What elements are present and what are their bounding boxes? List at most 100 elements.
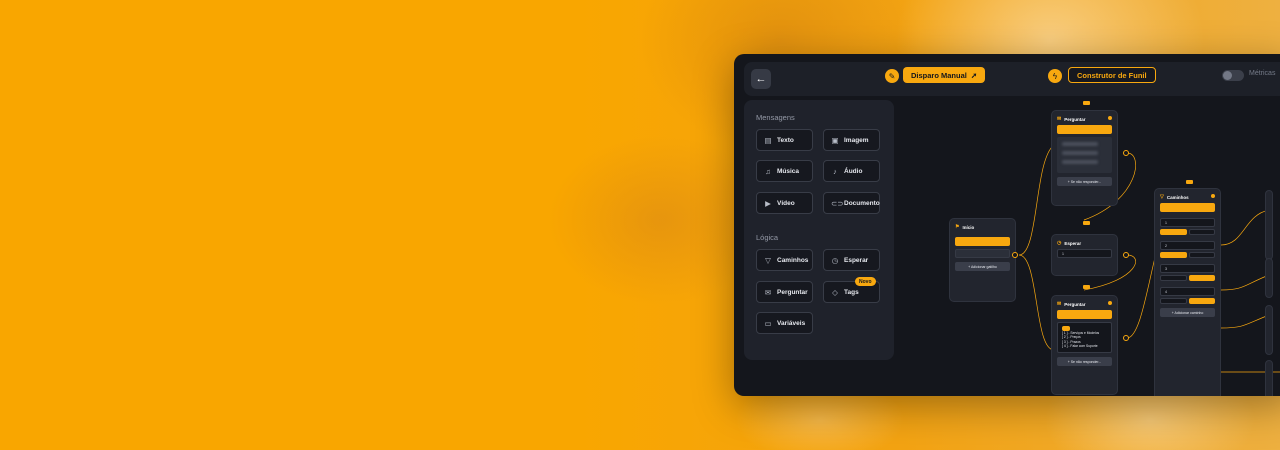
flag-icon: ⚑ (955, 224, 960, 230)
node-partial[interactable] (1265, 360, 1273, 396)
tile-label: Documento (844, 199, 880, 207)
metrics-toggle[interactable] (1222, 70, 1244, 81)
output-connector[interactable] (1012, 252, 1018, 258)
tile-label: Áudio (844, 167, 863, 175)
wait-value-field[interactable]: 1 (1057, 249, 1112, 258)
path-value-field[interactable]: 4 (1160, 287, 1215, 296)
settings-icon[interactable] (1108, 116, 1112, 120)
tile-audio[interactable]: ♪ Áudio (823, 160, 880, 182)
input-connector[interactable] (1083, 285, 1090, 289)
node-perguntar-1[interactable]: ✉ Perguntar + Se não responder... (1051, 110, 1118, 206)
condition-option[interactable] (1188, 275, 1215, 281)
node-partial[interactable] (1265, 305, 1273, 355)
mail-open-icon: ✉ (764, 287, 772, 297)
disparo-manual-label: Disparo Manual (911, 70, 967, 80)
image-icon: ▣ (831, 135, 839, 145)
node-header: ⚑ Início (955, 224, 1010, 230)
question-type-select[interactable] (1057, 125, 1112, 134)
path-value-field[interactable]: 1 (1160, 218, 1215, 227)
question-message[interactable]: [ 1 ] - Serviços e Modelos [ 2 ] - Preço… (1057, 322, 1112, 353)
tile-esperar[interactable]: ◷ Esperar (823, 249, 880, 271)
back-button[interactable]: ← (751, 69, 771, 89)
condition-option[interactable] (1188, 229, 1215, 235)
node-title: Esperar (1064, 240, 1082, 246)
clock-icon: ◷ (831, 255, 839, 265)
node-title: Perguntar (1064, 301, 1086, 307)
wire (1220, 209, 1270, 246)
tile-perguntar[interactable]: ✉ Perguntar (756, 281, 813, 303)
metrics-label: Métricas (1249, 70, 1276, 77)
tile-imagem[interactable]: ▣ Imagem (823, 129, 880, 151)
condition-option[interactable] (1160, 252, 1187, 258)
disparo-manual-button[interactable]: Disparo Manual ➚ (903, 67, 986, 83)
condition-option[interactable] (1160, 275, 1187, 281)
output-connector[interactable] (1123, 252, 1129, 258)
condition-toggle[interactable] (1160, 252, 1215, 258)
path-value-field[interactable]: 3 (1160, 264, 1215, 273)
wire (1220, 274, 1270, 291)
variable-icon: ▭ (764, 318, 772, 328)
condition-toggle[interactable] (1160, 275, 1215, 281)
condition-toggle[interactable] (1160, 229, 1215, 235)
input-connector[interactable] (1083, 101, 1090, 105)
settings-icon[interactable] (1211, 194, 1215, 198)
tile-texto[interactable]: ▤ Texto (756, 129, 813, 151)
tile-variaveis[interactable]: ▭ Variáveis (756, 312, 813, 334)
option-line: [ 1 ] - Serviços e Modelos (1062, 330, 1100, 335)
tile-caminhos[interactable]: ▽ Caminhos (756, 249, 813, 271)
node-header: ◷ Esperar (1057, 240, 1112, 246)
arrow-left-icon: ← (755, 73, 767, 85)
path-variable-select[interactable] (1160, 203, 1215, 212)
node-perguntar-2[interactable]: ✉ Perguntar [ 1 ] - Serviços e Modelos [ … (1051, 295, 1118, 395)
tile-musica[interactable]: ♫ Música (756, 160, 813, 182)
tag-icon: ◇ (832, 287, 838, 297)
trigger-value-field[interactable] (955, 249, 1010, 258)
tile-label: Vídeo (777, 199, 795, 207)
tile-label: Tags (844, 288, 859, 296)
add-path-button[interactable]: + Adicionar caminho (1160, 308, 1215, 317)
node-partial[interactable] (1265, 190, 1273, 260)
wire (1018, 144, 1055, 256)
node-title: Caminhos (1166, 194, 1189, 200)
construtor-de-funil-button[interactable]: Construtor de Funil (1068, 67, 1156, 83)
trigger-select[interactable] (955, 237, 1010, 246)
condition-option[interactable] (1160, 298, 1187, 304)
tile-label: Variáveis (777, 319, 806, 327)
flow-canvas[interactable]: ⚑ Início + Adicionar gatilho ✉ Perguntar +… (899, 100, 1280, 396)
condition-toggle[interactable] (1160, 298, 1215, 304)
output-connector[interactable] (1123, 335, 1129, 341)
input-connector[interactable] (1083, 221, 1090, 225)
input-connector[interactable] (1186, 180, 1193, 184)
add-trigger-button[interactable]: + Adicionar gatilho (955, 262, 1010, 271)
wire (1220, 314, 1270, 329)
node-header: ▽ Caminhos (1160, 194, 1215, 200)
filter-icon: ▽ (1160, 194, 1164, 200)
no-response-button[interactable]: + Se não responder... (1057, 356, 1112, 366)
tile-documento[interactable]: ⊂⊃ Documento (823, 192, 880, 214)
logic-section-title: Lógica (756, 233, 779, 242)
video-icon: ▶ (765, 198, 771, 208)
tile-video[interactable]: ▶ Vídeo (756, 192, 813, 214)
top-toolbar: ← ✎ Disparo Manual ➚ ϟ Construtor de Fun… (744, 62, 1280, 96)
new-badge: Novo (855, 277, 876, 286)
option-line: [ 2 ] - Preços (1062, 335, 1081, 339)
node-caminhos[interactable]: ▽ Caminhos 1 2 3 4 + Adicionar caminho (1154, 188, 1221, 396)
output-connector[interactable] (1123, 150, 1129, 156)
node-esperar[interactable]: ◷ Esperar 1 (1051, 234, 1118, 276)
node-inicio[interactable]: ⚑ Início + Adicionar gatilho (949, 218, 1016, 302)
condition-option[interactable] (1188, 298, 1215, 304)
text-message-icon: ▤ (764, 135, 772, 145)
tile-label: Música (777, 167, 800, 175)
music-icon: ♫ (765, 166, 771, 176)
wire (1018, 254, 1055, 351)
condition-option[interactable] (1160, 229, 1187, 235)
node-partial[interactable] (1265, 258, 1273, 298)
pencil-icon[interactable]: ✎ (885, 69, 899, 83)
tile-label: Imagem (844, 136, 869, 144)
condition-option[interactable] (1188, 252, 1215, 258)
question-type-select[interactable] (1057, 310, 1112, 319)
no-response-button[interactable]: + Se não responder... (1057, 177, 1112, 186)
filter-icon: ▽ (765, 255, 771, 265)
path-value-field[interactable]: 2 (1160, 241, 1215, 250)
settings-icon[interactable] (1108, 301, 1112, 305)
